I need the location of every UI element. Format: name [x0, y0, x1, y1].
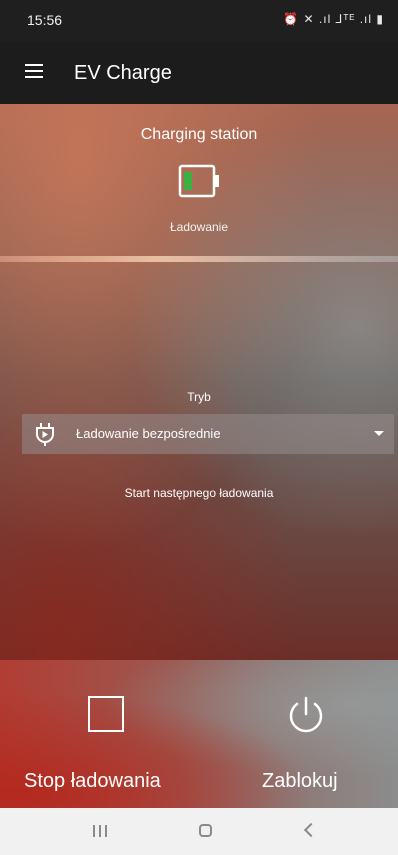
system-nav-bar: [0, 808, 398, 855]
home-icon: [199, 824, 212, 837]
mode-dropdown[interactable]: Ładowanie bezpośrednie: [22, 414, 394, 454]
station-title: Charging station: [140, 126, 258, 143]
action-panel: Stop ładowania Zablokuj: [0, 660, 398, 808]
lock-label: Zablokuj: [262, 770, 338, 792]
status-bar: 15:56 ⏰ ✕ .ıl ⅃ᵀᴱ .ıl ▮: [0, 0, 398, 42]
recents-icon: [93, 825, 107, 837]
app-screen: 15:56 ⏰ ✕ .ıl ⅃ᵀᴱ .ıl ▮ EV Charge Chargi…: [0, 0, 398, 855]
back-button[interactable]: [272, 808, 352, 855]
next-charge-start-button[interactable]: Start następnego ładowania: [0, 486, 398, 500]
battery-charging-icon: [178, 164, 222, 203]
status-time: 15:56: [27, 12, 63, 28]
power-icon: [284, 694, 328, 743]
stop-charging-label: Stop ładowania: [24, 770, 161, 792]
app-bar: EV Charge: [0, 42, 398, 104]
recents-button[interactable]: [61, 808, 141, 855]
divider: [0, 256, 398, 262]
mode-label: Tryb: [187, 390, 211, 404]
main-content: Charging station Ładowanie Tryb Ładowani…: [0, 104, 398, 660]
charging-status-text: Ładowanie: [169, 220, 229, 234]
stop-icon: [88, 696, 124, 732]
mode-selected-value: Ładowanie bezpośrednie: [76, 426, 221, 441]
status-icons: ⏰ ✕ .ıl ⅃ᵀᴱ .ıl ▮: [283, 12, 384, 26]
stop-charging-button[interactable]: Stop ładowania: [0, 660, 210, 808]
lock-button[interactable]: Zablokuj: [240, 660, 398, 808]
home-button[interactable]: [166, 808, 246, 855]
plug-icon: [32, 421, 58, 452]
dropdown-arrow-icon: [374, 431, 384, 436]
app-title: EV Charge: [74, 62, 172, 84]
hamburger-menu-icon[interactable]: [22, 60, 46, 84]
back-icon: [303, 822, 319, 838]
